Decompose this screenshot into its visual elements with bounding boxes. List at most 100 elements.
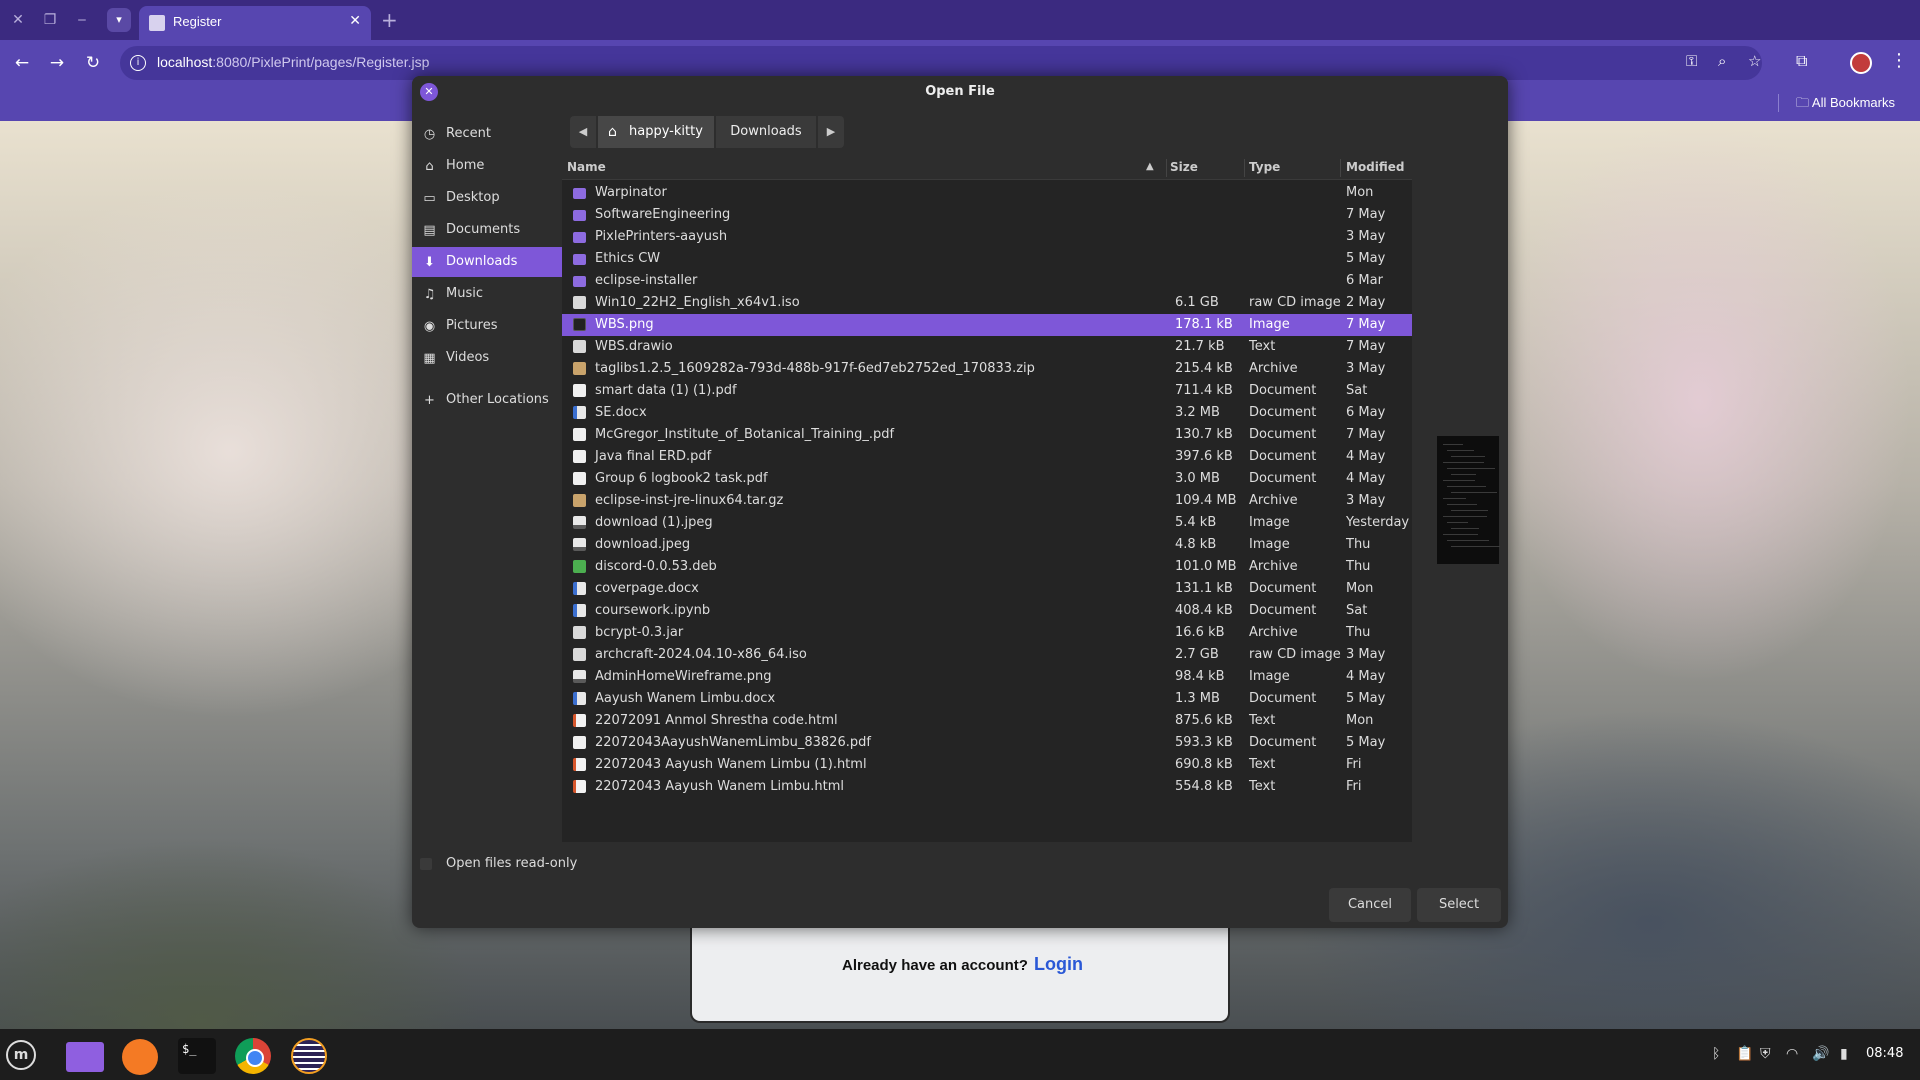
file-name: AdminHomeWireframe.png xyxy=(595,669,772,684)
extensions-icon[interactable]: ⧉ xyxy=(1796,51,1807,71)
file-row[interactable]: Win10_22H2_English_x64v1.iso 6.1 GB raw CD… xyxy=(562,292,1412,314)
file-modified: 5 May xyxy=(1346,251,1386,266)
file-modified: 5 May xyxy=(1346,691,1386,706)
file-row[interactable]: PixlePrinters-aayush 3 May xyxy=(562,226,1412,248)
sidebar-item-music[interactable]: ♫ Music xyxy=(412,279,562,309)
firefox-icon[interactable] xyxy=(118,1034,162,1078)
login-link[interactable]: Login xyxy=(1034,954,1083,975)
sidebar-item-other-locations[interactable]: + Other Locations xyxy=(412,385,562,415)
file-row[interactable]: bcrypt-0.3.jar 16.6 kB Archive Thu xyxy=(562,622,1412,644)
file-row[interactable]: Ethics CW 5 May xyxy=(562,248,1412,270)
back-icon[interactable]: ← xyxy=(10,51,34,75)
preview-line xyxy=(1443,534,1478,535)
file-row[interactable]: eclipse-inst-jre-linux64.tar.gz 109.4 MB A… xyxy=(562,490,1412,512)
file-name: bcrypt-0.3.jar xyxy=(595,625,684,640)
preview-line xyxy=(1451,474,1476,475)
file-row[interactable]: Group 6 logbook2 task.pdf 3.0 MB Document 4… xyxy=(562,468,1412,490)
readonly-checkbox[interactable] xyxy=(420,858,432,870)
file-row[interactable]: WBS.drawio 21.7 kB Text 7 May xyxy=(562,336,1412,358)
new-tab-icon[interactable]: + xyxy=(381,8,398,32)
files-icon[interactable] xyxy=(62,1034,106,1078)
file-row[interactable]: Aayush Wanem Limbu.docx 1.3 MB Document 5 M… xyxy=(562,688,1412,710)
chrome-icon[interactable] xyxy=(231,1034,275,1078)
sidebar-item-desktop[interactable]: ▭ Desktop xyxy=(412,183,562,213)
sidebar-item-recent[interactable]: ◷ Recent xyxy=(412,119,562,149)
restore-window-icon[interactable]: ❐ xyxy=(40,10,60,30)
profile-icon[interactable] xyxy=(1850,52,1872,74)
file-row[interactable]: smart data (1) (1).pdf 711.4 kB Document Sa… xyxy=(562,380,1412,402)
column-size[interactable]: Size xyxy=(1170,160,1198,174)
sidebar-item-documents[interactable]: ▤ Documents xyxy=(412,215,562,245)
file-row[interactable]: 22072043 Aayush Wanem Limbu.html 554.8 kB… xyxy=(562,776,1412,798)
volume-icon[interactable]: 🔊 xyxy=(1812,1046,1829,1062)
file-modified: 4 May xyxy=(1346,669,1386,684)
address-bar[interactable]: i localhost:8080/PixlePrint/pages/Regist… xyxy=(120,46,1762,80)
file-modified: 4 May xyxy=(1346,471,1386,486)
sidebar-item-downloads[interactable]: ⬇ Downloads xyxy=(412,247,562,277)
file-row[interactable]: SoftwareEngineering 7 May xyxy=(562,204,1412,226)
tab-search-icon[interactable]: ▾ xyxy=(107,8,131,32)
file-row[interactable]: coursework.ipynb 408.4 kB Document Sat xyxy=(562,600,1412,622)
forward-icon[interactable]: → xyxy=(45,51,69,75)
star-icon[interactable]: ☆ xyxy=(1748,52,1761,70)
sidebar-item-videos[interactable]: ▦ Videos xyxy=(412,343,562,373)
file-icon xyxy=(573,384,586,397)
path-back-icon[interactable]: ◀ xyxy=(570,116,596,148)
close-window-icon[interactable]: ✕ xyxy=(8,10,28,30)
file-icon xyxy=(573,780,586,793)
terminal-icon[interactable]: $_ xyxy=(175,1034,219,1078)
sidebar-item-home[interactable]: ⌂ Home xyxy=(412,151,562,181)
clipboard-icon[interactable]: 📋 xyxy=(1736,1046,1753,1062)
sidebar-item-label: Recent xyxy=(446,126,491,141)
file-row[interactable]: coverpage.docx 131.1 kB Document Mon xyxy=(562,578,1412,600)
tab-close-icon[interactable]: ✕ xyxy=(349,13,361,29)
sidebar-item-pictures[interactable]: ◉ Pictures xyxy=(412,311,562,341)
select-button[interactable]: Select xyxy=(1417,888,1501,922)
column-type[interactable]: Type xyxy=(1249,160,1280,174)
zoom-icon[interactable]: ⌕ xyxy=(1718,52,1726,70)
start-menu-icon[interactable]: m xyxy=(6,1040,36,1070)
file-name: 22072043AayushWanemLimbu_83826.pdf xyxy=(595,735,871,750)
file-row[interactable]: Warpinator Mon xyxy=(562,182,1412,204)
reload-icon[interactable]: ↻ xyxy=(81,51,105,75)
file-row[interactable]: 22072043AayushWanemLimbu_83826.pdf 593.3 … xyxy=(562,732,1412,754)
file-row[interactable]: 22072043 Aayush Wanem Limbu (1).html 690.… xyxy=(562,754,1412,776)
menu-icon[interactable]: ⋮ xyxy=(1890,50,1908,71)
file-row[interactable]: discord-0.0.53.deb 101.0 MB Archive Thu xyxy=(562,556,1412,578)
column-modified[interactable]: Modified xyxy=(1346,160,1405,174)
battery-icon[interactable]: ▮ xyxy=(1840,1046,1848,1062)
preview-line xyxy=(1451,492,1497,493)
password-key-icon[interactable]: ⚿ xyxy=(1686,52,1697,70)
file-size: 4.8 kB xyxy=(1175,537,1217,552)
column-name[interactable]: Name xyxy=(567,160,606,174)
file-row[interactable]: download (1).jpeg 5.4 kB Image Yesterday xyxy=(562,512,1412,534)
file-row[interactable]: Java final ERD.pdf 397.6 kB Document 4 May xyxy=(562,446,1412,468)
file-row[interactable]: AdminHomeWireframe.png 98.4 kB Image 4 May xyxy=(562,666,1412,688)
file-row[interactable]: archcraft-2024.04.10-x86_64.iso 2.7 GB raw… xyxy=(562,644,1412,666)
info-icon[interactable]: i xyxy=(130,55,146,71)
file-row[interactable]: 22072091 Anmol Shrestha code.html 875.6 k… xyxy=(562,710,1412,732)
cancel-button[interactable]: Cancel xyxy=(1329,888,1411,922)
places-sidebar: ◷ Recent ⌂ Home ▭ Desktop ▤ Documents ⬇ Downloads… xyxy=(412,108,562,843)
file-row[interactable]: WBS.png 178.1 kB Image 7 May xyxy=(562,314,1412,336)
path-current-button[interactable]: Downloads xyxy=(716,116,816,148)
file-row[interactable]: download.jpeg 4.8 kB Image Thu xyxy=(562,534,1412,556)
all-bookmarks-button[interactable]: 🗀 All Bookmarks xyxy=(1796,94,1895,116)
browser-tab[interactable]: Register ✕ xyxy=(139,6,371,40)
file-size: 1.3 MB xyxy=(1175,691,1220,706)
file-row[interactable]: taglibs1.2.5_1609282a-793d-488b-917f-6ed… xyxy=(562,358,1412,380)
path-forward-icon[interactable]: ▶ xyxy=(818,116,844,148)
wifi-icon[interactable]: ◠ xyxy=(1786,1046,1798,1062)
preview-line xyxy=(1451,528,1479,529)
file-row[interactable]: McGregor_Institute_of_Botanical_Training… xyxy=(562,424,1412,446)
minimize-window-icon[interactable]: ‒ xyxy=(72,10,92,30)
file-row[interactable]: eclipse-installer 6 Mar xyxy=(562,270,1412,292)
file-name: Ethics CW xyxy=(595,251,661,266)
path-home-button[interactable]: ⌂ happy-kitty xyxy=(598,116,714,148)
file-type: Text xyxy=(1249,713,1276,728)
bluetooth-icon[interactable]: ᛒ xyxy=(1712,1046,1720,1062)
file-row[interactable]: SE.docx 3.2 MB Document 6 May xyxy=(562,402,1412,424)
shield-icon[interactable]: ⛨ xyxy=(1760,1046,1771,1062)
eclipse-icon[interactable] xyxy=(287,1034,331,1078)
clock[interactable]: 08:48 xyxy=(1866,1046,1903,1061)
